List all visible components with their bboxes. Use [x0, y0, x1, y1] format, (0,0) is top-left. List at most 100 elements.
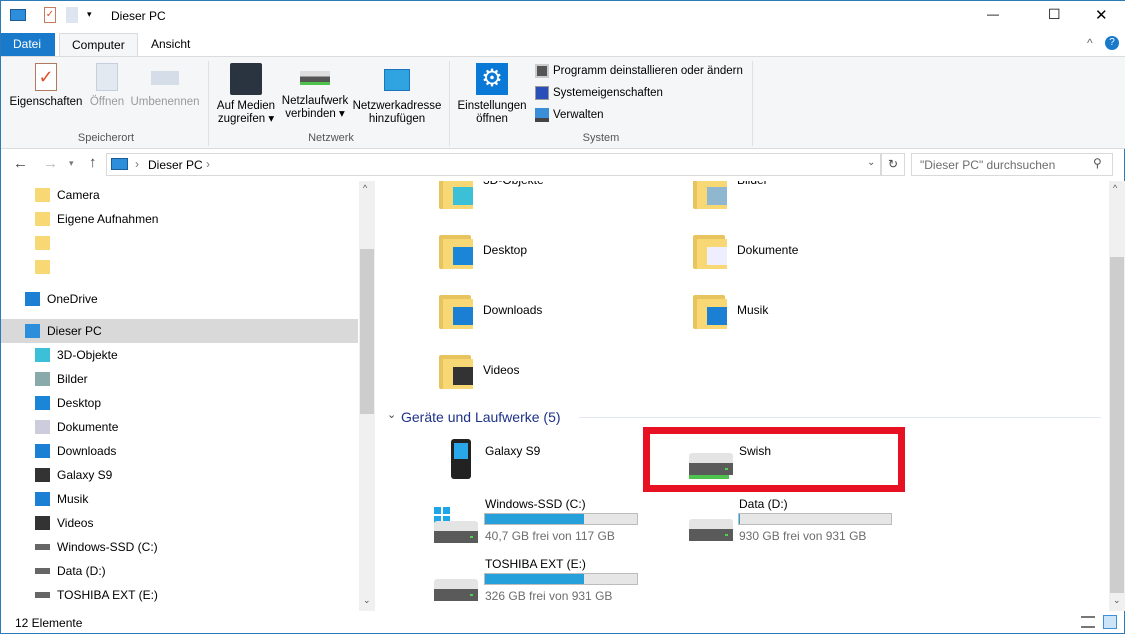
breadcrumb-dieser-pc[interactable]: Dieser PC — [148, 158, 203, 172]
drive-icon — [689, 519, 733, 541]
sidebar-item[interactable]: Dokumente — [1, 415, 358, 439]
uninstall-icon — [535, 64, 549, 78]
sidebar-item[interactable] — [1, 255, 358, 279]
sidebar-item[interactable]: Dieser PC — [1, 319, 358, 343]
sidebar-item-label: Musik — [57, 492, 89, 506]
scroll-down-arrow[interactable]: ⌄ — [363, 595, 371, 606]
sidebar-item-label: OneDrive — [47, 292, 98, 306]
einstellungen-oeffnen-button[interactable]: ⚙ Einstellungen öffnen — [453, 57, 531, 126]
properties-icon: ✓ — [35, 63, 57, 91]
folder-item[interactable]: Videos — [439, 351, 519, 391]
sidebar-item[interactable]: Downloads — [1, 439, 358, 463]
back-button[interactable]: ← — [13, 155, 28, 172]
drive-icon — [35, 544, 50, 550]
phone-icon — [451, 439, 471, 479]
scrollbar-thumb[interactable] — [1110, 257, 1124, 593]
eigenschaften-button[interactable]: ✓ Eigenschaften — [7, 57, 85, 109]
sidebar-item[interactable]: Data (D:) — [1, 559, 358, 583]
folder-icon — [35, 236, 50, 250]
sidebar-item[interactable]: Windows-SSD (C:) — [1, 535, 358, 559]
address-dropdown[interactable]: ⌄ — [867, 157, 875, 168]
media-server-icon — [230, 63, 262, 95]
cloud-icon — [25, 292, 40, 306]
breadcrumb-chevron[interactable]: › — [135, 157, 139, 171]
rename-icon — [151, 71, 179, 85]
netzwerkadresse-hinzufuegen-button[interactable]: Netzwerkadresse hinzufügen — [351, 57, 443, 126]
folder-item[interactable]: Musik — [693, 291, 768, 331]
sidebar-item-label: Data (D:) — [57, 564, 106, 578]
sidebar-item[interactable]: Galaxy S9 — [1, 463, 358, 487]
manage-icon — [535, 108, 549, 122]
folder-label: Dokumente — [737, 243, 799, 257]
drive-icon — [35, 568, 50, 574]
forward-button[interactable]: → — [43, 155, 58, 172]
breadcrumb-chevron[interactable]: › — [206, 157, 210, 171]
umbenennen-button: Umbenennen — [129, 57, 201, 109]
help-icon[interactable]: ? — [1105, 36, 1119, 50]
recent-locations-dropdown[interactable]: ▾ — [69, 158, 74, 169]
tab-datei[interactable]: Datei — [1, 33, 55, 57]
group-collapse-chevron[interactable]: ⌄ — [387, 408, 396, 421]
network-drive-icon — [300, 71, 330, 85]
collapse-ribbon-icon[interactable]: ^ — [1087, 36, 1093, 50]
folder-label: Videos — [483, 363, 520, 377]
system-properties-icon — [535, 86, 549, 100]
tab-computer[interactable]: Computer — [59, 33, 138, 58]
verwalten-button[interactable]: Verwalten — [535, 108, 604, 122]
devices-group-header[interactable]: Geräte und Laufwerke (5) — [401, 409, 561, 425]
details-view-button[interactable] — [1081, 616, 1095, 628]
maximize-button[interactable]: ☐ — [1048, 6, 1061, 23]
music-icon — [35, 492, 50, 506]
network-location-icon — [384, 69, 410, 91]
sidebar-item[interactable]: Bilder — [1, 367, 358, 391]
sidebar-item[interactable]: Videos — [1, 511, 358, 535]
systemeigenschaften-button[interactable]: Systemeigenschaften — [535, 86, 663, 100]
programm-deinstallieren-button[interactable]: Programm deinstallieren oder ändern — [535, 64, 743, 78]
drive-e[interactable]: TOSHIBA EXT (E:) 326 GB frei von 931 GB — [431, 555, 651, 607]
sidebar-item[interactable]: Camera — [1, 183, 358, 207]
folder-item[interactable]: 3D-Objekte — [439, 181, 544, 211]
close-button[interactable]: ✕ — [1095, 6, 1108, 24]
scroll-up-arrow[interactable]: ^ — [1113, 183, 1117, 193]
scroll-up-arrow[interactable]: ^ — [363, 183, 367, 193]
sidebar-item[interactable] — [1, 231, 358, 255]
search-input[interactable]: "Dieser PC" durchsuchen — [911, 153, 1113, 176]
folder-item[interactable]: Dokumente — [693, 231, 798, 271]
new-folder-quick-icon[interactable] — [66, 7, 78, 23]
sidebar-item[interactable]: OneDrive — [1, 287, 358, 311]
folder-icon — [693, 181, 729, 211]
device-galaxy-s9[interactable]: Galaxy S9 — [431, 437, 631, 483]
refresh-button[interactable]: ↻ — [881, 153, 905, 176]
drive-d[interactable]: Data (D:) 930 GB frei von 931 GB — [685, 495, 905, 547]
sidebar-item-label: Dieser PC — [47, 324, 102, 338]
ribbon-separator — [449, 61, 450, 146]
sidebar-item[interactable]: Musik — [1, 487, 358, 511]
video-icon — [35, 516, 50, 530]
sidebar-item[interactable]: 3D-Objekte — [1, 343, 358, 367]
address-bar[interactable]: › Dieser PC › ⌄ — [106, 153, 881, 176]
quick-access-dropdown[interactable]: ▾ — [87, 9, 92, 20]
sidebar-item[interactable]: Desktop — [1, 391, 358, 415]
content-scrollbar[interactable]: ^ ⌄ — [1109, 181, 1125, 611]
tab-ansicht[interactable]: Ansicht — [139, 33, 202, 57]
folder-item[interactable]: Bilder — [693, 181, 768, 211]
up-button[interactable]: ↑ — [89, 154, 97, 171]
scrollbar-thumb[interactable] — [360, 249, 374, 414]
pc-icon — [111, 158, 128, 170]
netzlaufwerk-verbinden-button[interactable]: Netzlaufwerk verbinden ▾ — [279, 57, 351, 121]
sidebar-item-label: TOSHIBA EXT (E:) — [57, 588, 158, 602]
drive-c[interactable]: Windows-SSD (C:) 40,7 GB frei von 117 GB — [431, 495, 651, 547]
minimize-button[interactable]: — — [987, 7, 999, 21]
oeffnen-button: Öffnen — [87, 57, 127, 109]
cube-icon — [35, 348, 50, 362]
sidebar-item[interactable]: Eigene Aufnahmen — [1, 207, 358, 231]
sidebar-item[interactable]: TOSHIBA EXT (E:) — [1, 583, 358, 607]
large-icons-view-button[interactable] — [1103, 615, 1117, 629]
sidebar-scrollbar[interactable]: ^ ⌄ — [359, 181, 375, 611]
group-header-line — [579, 417, 1101, 418]
auf-medien-zugreifen-button[interactable]: Auf Medien zugreifen ▾ — [213, 57, 279, 126]
folder-item[interactable]: Desktop — [439, 231, 527, 271]
properties-quick-icon[interactable]: ✓ — [44, 7, 56, 23]
scroll-down-arrow[interactable]: ⌄ — [1113, 595, 1121, 606]
folder-item[interactable]: Downloads — [439, 291, 542, 331]
